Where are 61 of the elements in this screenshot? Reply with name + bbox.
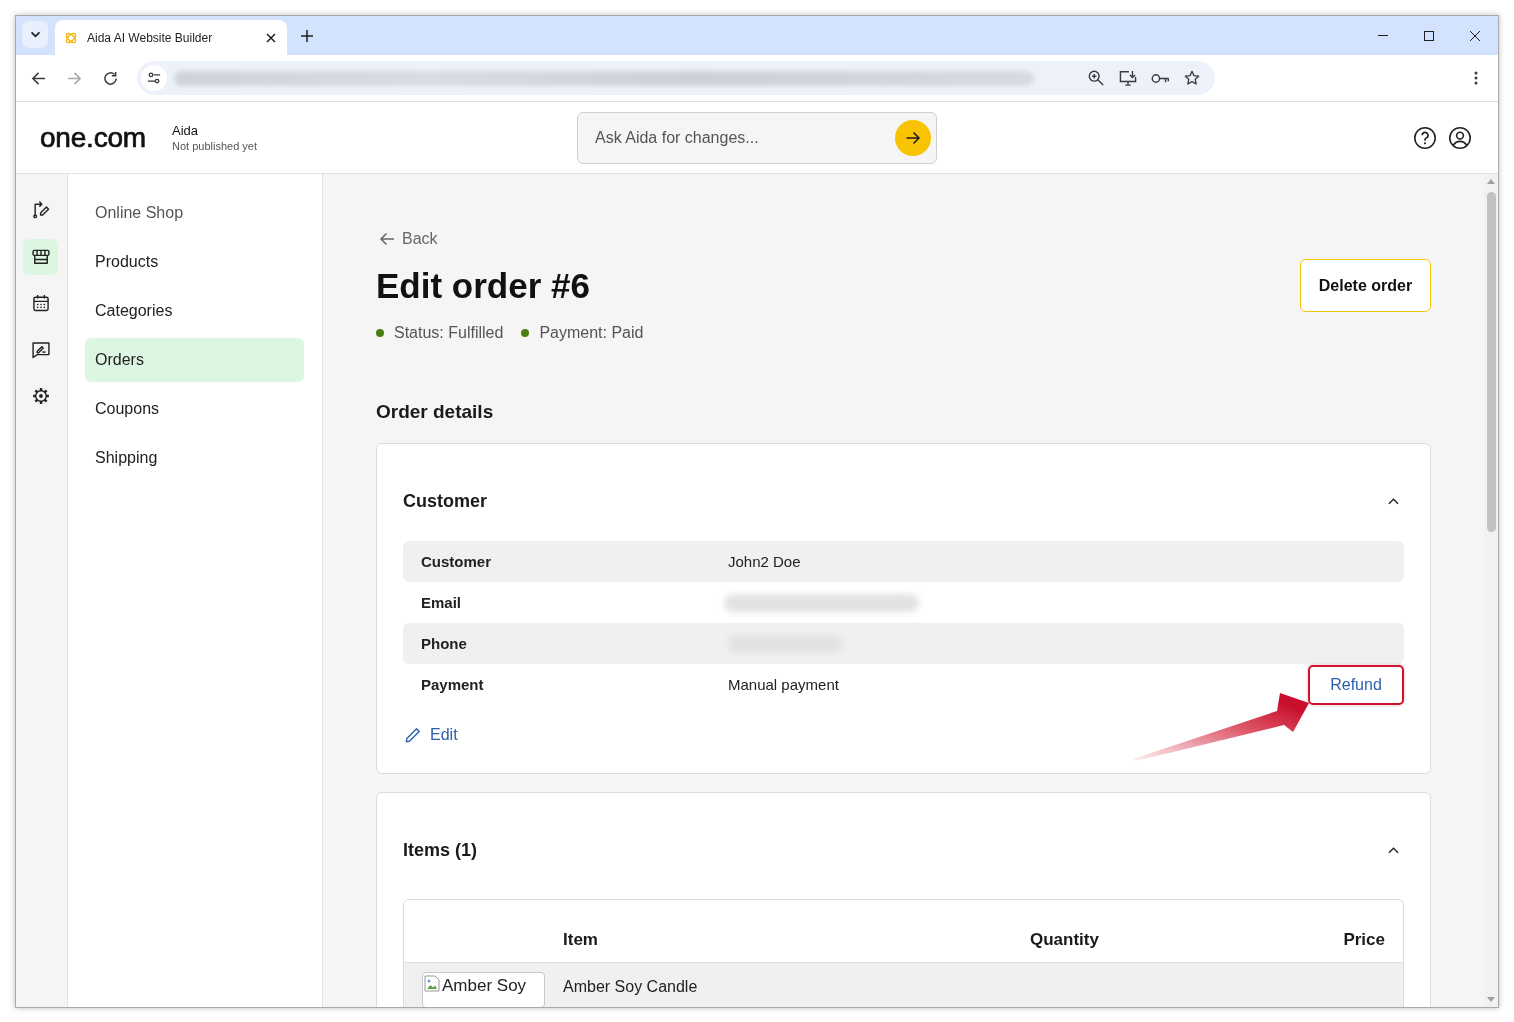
interlocking-rings-icon: [64, 30, 78, 45]
column-header: Price: [1343, 930, 1385, 950]
help-icon[interactable]: [1413, 125, 1437, 150]
row-value: John2 Doe: [728, 553, 802, 570]
path-pencil-icon: [30, 200, 51, 220]
logo[interactable]: one.com: [40, 121, 146, 154]
card-title: Items (1): [403, 839, 478, 861]
chat-pencil-icon: [30, 339, 51, 360]
row-label: Payment: [421, 676, 485, 693]
sidebar-item[interactable]: Categories: [85, 289, 304, 333]
sidebar-item[interactable]: Shipping: [85, 436, 304, 480]
site-status: Not published yet: [172, 140, 257, 152]
back-link[interactable]: Back: [376, 229, 438, 249]
row-label: Phone: [421, 635, 468, 652]
close-icon[interactable]: [266, 32, 276, 43]
arrow-right-icon: [905, 129, 921, 146]
arrow-left-icon: [379, 231, 395, 247]
user-icon[interactable]: [1448, 125, 1472, 150]
zoom-icon[interactable]: [1088, 70, 1104, 86]
column-header: Item: [563, 930, 599, 950]
edit-link[interactable]: Edit: [403, 725, 458, 745]
chevron-up-icon[interactable]: [1387, 497, 1399, 505]
site-name: Aida: [172, 123, 200, 138]
row-label: Email: [421, 594, 463, 611]
chevron-up-icon[interactable]: [1387, 846, 1399, 854]
column-header: Quantity: [1030, 930, 1100, 950]
delete-order-button[interactable]: Delete order: [1300, 259, 1431, 312]
browser-tab[interactable]: Aida AI Website Builder: [55, 20, 287, 55]
star-icon[interactable]: [1184, 70, 1200, 86]
close-icon[interactable]: [1470, 30, 1480, 41]
sidebar-item[interactable]: Coupons: [85, 387, 304, 431]
card-title: Customer: [403, 490, 487, 512]
image-alt-text: Amber Soy: [442, 975, 527, 997]
plus-icon[interactable]: [301, 29, 313, 42]
menu-icon[interactable]: [1474, 71, 1478, 85]
section-title: Order details: [376, 400, 495, 424]
site-info-button[interactable]: [141, 65, 167, 91]
status-text: Status: Fulfilled: [394, 323, 504, 343]
sidebar-item[interactable]: Orders: [85, 338, 304, 382]
back-icon[interactable]: [30, 70, 46, 86]
row-value: Manual payment: [728, 676, 840, 693]
sliders-icon: [147, 71, 161, 85]
key-icon[interactable]: [1150, 72, 1170, 84]
maximize-icon[interactable]: [1424, 30, 1434, 41]
calendar-icon: [30, 293, 51, 313]
scrollbar-thumb[interactable]: [1486, 192, 1496, 532]
refund-button[interactable]: Refund: [1308, 664, 1404, 705]
monitor-download-icon[interactable]: [1119, 70, 1137, 86]
settings-icon: [30, 386, 51, 406]
sidebar-title[interactable]: Online Shop: [85, 191, 184, 235]
status-text: Payment: Paid: [539, 323, 644, 343]
ask-field[interactable]: Ask Aida for changes...: [577, 111, 937, 164]
rail-button[interactable]: [23, 238, 58, 275]
tab-search-button[interactable]: [22, 21, 48, 48]
table-cell-text: Amber Soy Candle: [563, 977, 698, 997]
reload-icon[interactable]: [102, 70, 118, 86]
caret-down-icon: [29, 31, 41, 38]
row-label: Customer: [421, 553, 492, 570]
pencil-icon: [405, 727, 421, 743]
page-title: Edit order #6: [376, 264, 590, 307]
sidebar-item[interactable]: Products: [85, 240, 304, 284]
